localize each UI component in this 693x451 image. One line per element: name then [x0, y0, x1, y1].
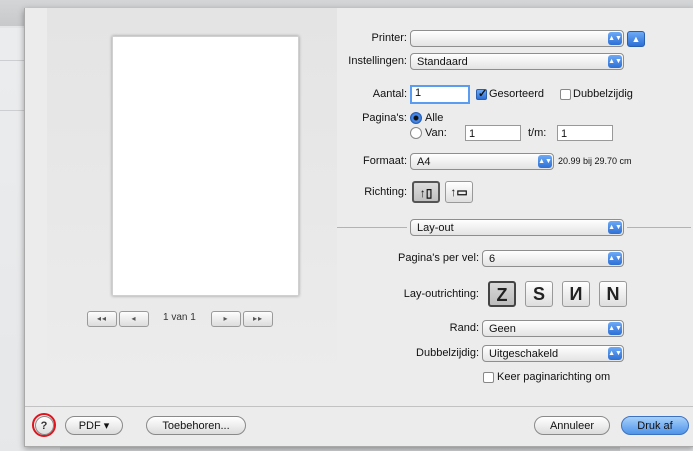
- printer-label: Printer:: [371, 32, 407, 44]
- reverse-orientation-checkbox[interactable]: [483, 372, 494, 383]
- last-page-button[interactable]: ▸▸: [243, 311, 273, 327]
- pages-range-radio[interactable]: [410, 127, 422, 139]
- pages-label: Pagina's:: [362, 112, 407, 124]
- disclosure-up-icon[interactable]: ▲: [627, 31, 645, 47]
- two-sided-value: Uitgeschakeld: [489, 348, 559, 360]
- pages-to-field[interactable]: 1: [557, 125, 613, 141]
- help-button[interactable]: ?: [34, 415, 54, 435]
- settings-label: Instellingen:: [348, 55, 407, 67]
- border-select[interactable]: Geen ▲▼: [482, 320, 624, 337]
- pages-to-label: t/m:: [528, 127, 547, 139]
- pages-per-sheet-select[interactable]: 6 ▲▼: [482, 250, 624, 267]
- chevron-updown-icon: ▲▼: [538, 155, 552, 168]
- next-page-button[interactable]: ▸: [211, 311, 241, 327]
- separator-left: [337, 227, 407, 228]
- page-preview: [112, 36, 299, 296]
- orientation-portrait-button[interactable]: ↑▯: [412, 181, 440, 203]
- pages-all-label: Alle: [425, 112, 444, 124]
- settings-value: Standaard: [417, 56, 468, 68]
- layout-direction-n-reverse-button[interactable]: И: [562, 281, 590, 307]
- collate-checkbox[interactable]: [476, 87, 487, 100]
- accessories-button[interactable]: Toebehoren...: [146, 416, 246, 435]
- two-sided-label: Dubbelzijdig:: [416, 347, 479, 359]
- orientation-label: Richting:: [364, 186, 407, 198]
- print-button[interactable]: Druk af: [621, 416, 689, 435]
- chevron-updown-icon: ▲▼: [608, 322, 622, 335]
- layout-direction-label: Lay-outrichting:: [403, 288, 479, 300]
- portrait-icon: ↑▯: [419, 186, 433, 200]
- chevron-updown-icon: ▲▼: [608, 55, 622, 68]
- printer-select[interactable]: ▲▼: [410, 30, 624, 47]
- print-dialog: ◂◂ ◂ 1 van 1 ▸ ▸▸ Printer: ▲▼ ▲ Instelli…: [24, 8, 693, 447]
- border-value: Geen: [489, 323, 516, 335]
- copies-field[interactable]: 1: [410, 85, 470, 104]
- orientation-landscape-button[interactable]: ↑▭: [445, 181, 473, 203]
- first-page-button[interactable]: ◂◂: [87, 311, 117, 327]
- two-sided-select[interactable]: Uitgeschakeld ▲▼: [482, 345, 624, 362]
- chevron-updown-icon: ▲▼: [608, 32, 622, 45]
- pages-per-sheet-value: 6: [489, 253, 496, 265]
- copies-label: Aantal:: [372, 88, 407, 100]
- prev-page-button[interactable]: ◂: [119, 311, 149, 327]
- collate-label: Gesorteerd: [489, 88, 545, 100]
- pages-from-field[interactable]: 1: [465, 125, 521, 141]
- page-indicator: 1 van 1: [163, 312, 196, 323]
- cancel-button[interactable]: Annuleer: [534, 416, 610, 435]
- section-select[interactable]: Lay-out ▲▼: [410, 219, 624, 236]
- pages-all-radio[interactable]: [410, 112, 422, 124]
- chevron-updown-icon: ▲▼: [608, 347, 622, 360]
- duplex-checkbox[interactable]: [560, 89, 571, 100]
- separator-right: [627, 227, 691, 228]
- footer-separator: [25, 406, 693, 407]
- landscape-icon: ↑▭: [450, 185, 468, 199]
- pages-per-sheet-label: Pagina's per vel:: [398, 252, 479, 264]
- layout-direction-s-button[interactable]: S: [525, 281, 553, 307]
- border-label: Rand:: [449, 322, 479, 334]
- section-value: Lay-out: [417, 222, 454, 234]
- layout-direction-z-button[interactable]: Z: [488, 281, 516, 307]
- paper-size-select[interactable]: A4 ▲▼: [410, 153, 554, 170]
- settings-select[interactable]: Standaard ▲▼: [410, 53, 624, 70]
- reverse-orientation-label: Keer paginarichting om: [497, 371, 611, 383]
- chevron-updown-icon: ▲▼: [608, 252, 622, 265]
- duplex-label: Dubbelzijdig: [573, 88, 633, 100]
- pages-from-label: Van:: [425, 127, 447, 139]
- chevron-updown-icon: ▲▼: [608, 221, 622, 234]
- paper-size-label: Formaat:: [362, 155, 407, 167]
- layout-direction-n-button[interactable]: N: [599, 281, 627, 307]
- pdf-menu-button[interactable]: PDF ▾: [65, 416, 123, 435]
- paper-size-value: A4: [417, 156, 431, 168]
- paper-size-dimensions: 20.99 bij 29.70 cm: [558, 156, 632, 166]
